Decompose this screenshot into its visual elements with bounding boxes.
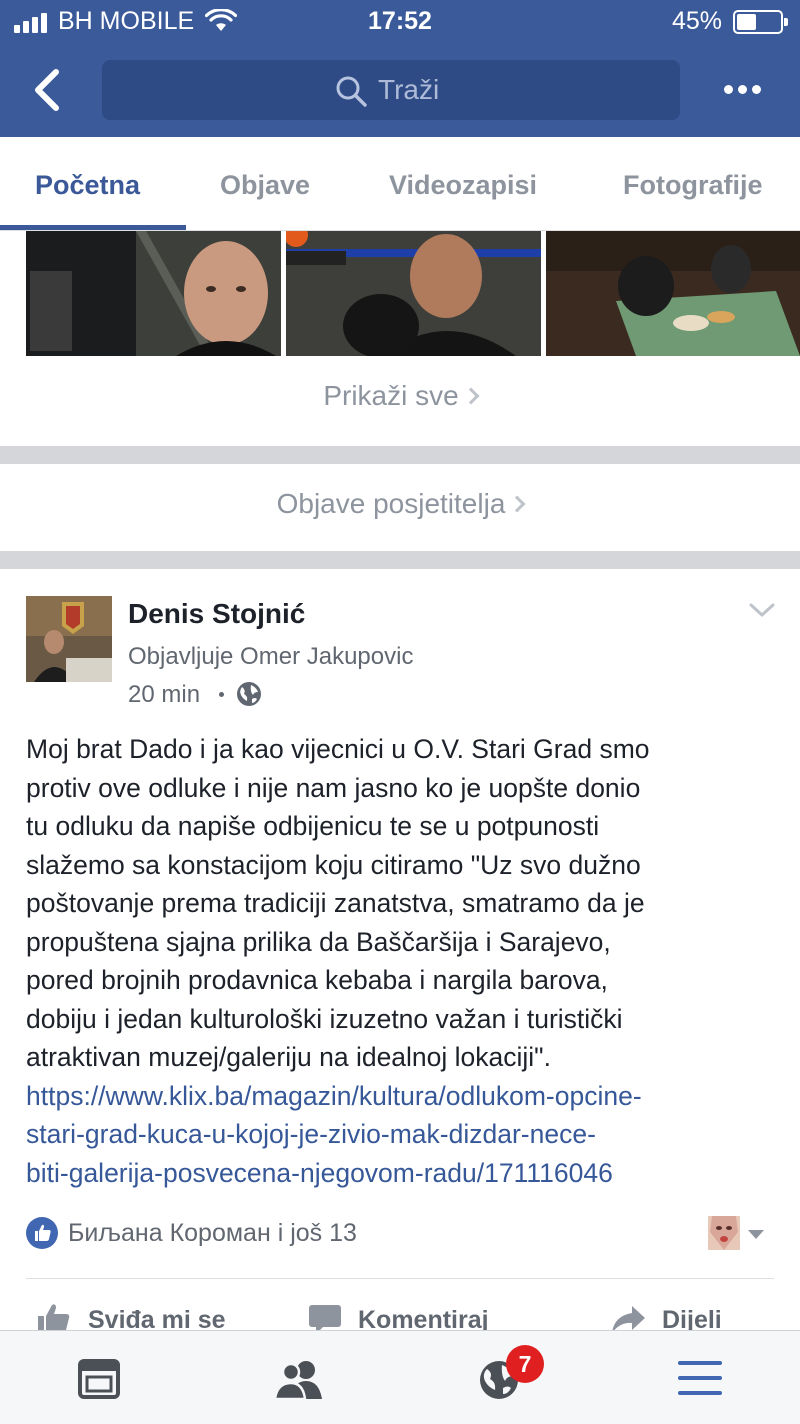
post-link-line[interactable]: https://www.klix.ba/magazin/kultura/odlu… xyxy=(26,1077,786,1116)
nav-friends[interactable] xyxy=(240,1331,360,1424)
post-text-line: propuštena sjajna prilika da Baščaršija … xyxy=(26,926,611,957)
like-reaction-icon xyxy=(26,1217,58,1249)
post-posted-by: Objavljuje Omer Jakupovic xyxy=(128,643,414,670)
bottom-nav xyxy=(0,1330,800,1424)
tab-objave[interactable]: Objave xyxy=(220,170,310,201)
show-all-photos-link[interactable]: Prikaži sve xyxy=(0,380,800,412)
post-text-line: Moj brat Dado i ja kao vijecnici u O.V. … xyxy=(26,734,650,764)
top-bar: BH MOBILE 17:52 45% xyxy=(0,0,800,137)
tab-fotografije[interactable]: Fotografije xyxy=(623,170,763,201)
photo-thumbnail[interactable] xyxy=(26,231,281,356)
facebook-page-screen: BH MOBILE 17:52 45% Početna Obj xyxy=(0,0,800,1424)
search-bar[interactable] xyxy=(102,60,680,120)
nav-notifications[interactable] xyxy=(440,1331,560,1424)
separator-dot xyxy=(219,692,224,697)
news-feed-icon xyxy=(78,1359,120,1399)
show-all-label: Prikaži sve xyxy=(323,380,459,411)
reactions-summary[interactable]: Биљана Короман i još 13 xyxy=(68,1219,357,1248)
post-text-line: slažemo sa konstacijom koju citiramo "Uz… xyxy=(26,849,641,880)
post-body: Moj brat Dado i ja kao vijecnici u O.V. … xyxy=(26,730,786,1192)
caret-down-icon[interactable] xyxy=(748,1230,764,1239)
hamburger-menu-icon xyxy=(678,1361,722,1395)
visitor-posts-link[interactable]: Objave posjetitelja xyxy=(0,488,800,520)
post-text-line: atraktivan muzej/galeriju na idealnoj lo… xyxy=(26,1042,551,1072)
tab-videozapisi[interactable]: Videozapisi xyxy=(389,170,537,201)
section-divider xyxy=(0,551,800,569)
post-text-line: protiv ove odluke i nije nam jasno ko je… xyxy=(26,772,641,803)
search-input[interactable] xyxy=(378,70,628,110)
photo-thumbnail[interactable] xyxy=(286,231,541,356)
active-tab-indicator xyxy=(0,225,186,230)
avatar[interactable] xyxy=(708,1216,740,1250)
photo-strip xyxy=(0,231,800,356)
visitor-posts-label: Objave posjetitelja xyxy=(276,488,506,519)
chevron-left-icon[interactable] xyxy=(28,66,68,114)
notifications-badge: 7 xyxy=(506,1345,544,1383)
post-link-line[interactable]: stari-grad-kuca-u-kojoj-je-zivio-mak-diz… xyxy=(26,1115,786,1154)
post-time[interactable]: 20 min xyxy=(128,681,200,709)
nav-news-feed[interactable] xyxy=(40,1331,160,1424)
post-text-line: poštovanje prema tradiciji zanatstva, sm… xyxy=(26,888,645,918)
battery-icon xyxy=(733,10,788,34)
avatar[interactable] xyxy=(26,596,112,682)
search-icon xyxy=(336,76,367,107)
page-tabs: Početna Objave Videozapisi Fotografije xyxy=(0,137,800,231)
section-divider xyxy=(0,446,800,464)
chevron-right-icon xyxy=(508,495,526,513)
more-dots-icon[interactable] xyxy=(722,80,762,100)
divider xyxy=(26,1278,774,1279)
status-bar: BH MOBILE 17:52 45% xyxy=(0,0,800,44)
tab-pocetna[interactable]: Početna xyxy=(35,170,140,201)
post-text-line: pored brojnih prodavnica kebaba i nargil… xyxy=(26,965,608,995)
photo-thumbnail[interactable] xyxy=(546,231,800,356)
post-author[interactable]: Denis Stojnić xyxy=(128,598,305,630)
post-link-line[interactable]: biti-galerija-posvecena-njegovom-radu/17… xyxy=(26,1154,786,1193)
nav-menu[interactable] xyxy=(640,1331,760,1424)
chevron-right-icon xyxy=(462,387,480,405)
post-text-line: dobiju i jedan kulturološki izuzetno važ… xyxy=(26,1003,623,1034)
chevron-down-icon[interactable] xyxy=(748,596,776,624)
globe-icon xyxy=(237,682,261,706)
battery-percent: 45% xyxy=(672,7,723,35)
post-text-line: tu odluku da napiše odbijenicu te se u p… xyxy=(26,811,600,841)
friends-icon xyxy=(274,1361,322,1399)
